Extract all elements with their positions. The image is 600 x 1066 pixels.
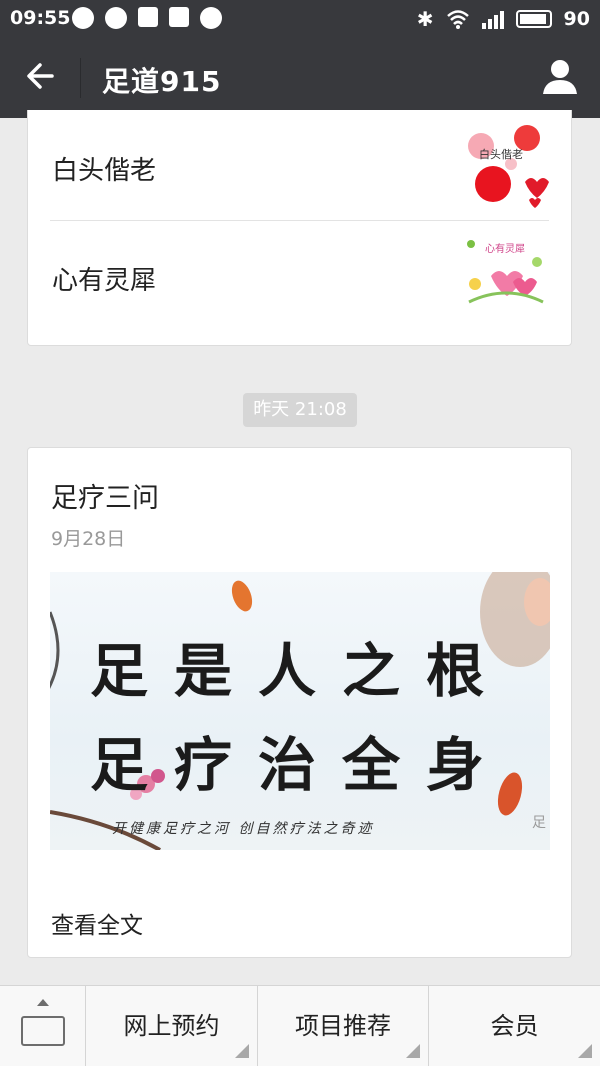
music-notification-icon [200,7,222,29]
wifi-icon [446,10,469,29]
submenu-indicator-icon [578,1044,592,1058]
back-button[interactable] [24,58,60,98]
keyboard-icon [21,1016,65,1046]
banner-text-line: 足疗治全身 [89,731,510,799]
article-list-item[interactable]: 白头偕老 白头偕老 [50,110,549,221]
keyboard-toggle-button[interactable] [0,986,86,1066]
profile-button[interactable] [540,56,580,96]
menu-item-label: 网上预约 [123,1012,220,1040]
status-time: 09:55 [10,7,71,29]
article-card[interactable]: 足疗三问 9月28日 足是人之根 足疗治全身 开健康足疗之河 创自然疗法之奇迹 … [27,447,572,958]
svg-text:心有灵犀: 心有灵犀 [485,242,525,255]
article-list-item[interactable]: 心有灵犀 心有灵犀 [50,220,549,330]
banner-slogan: 开健康足疗之河 创自然疗法之奇迹 [112,821,375,837]
menu-item-label: 项目推荐 [295,1012,391,1040]
page-title: 足道915 [102,65,222,98]
hearts-thumbnail-image: 白头偕老 [463,124,549,210]
bluetooth-icon: ✱ [416,7,434,31]
chat-notification-icon [72,7,94,29]
menu-item-label: 会员 [490,1012,539,1040]
battery-level: 90 [563,8,590,30]
previous-article-card: 白头偕老 白头偕老 心有灵犀 心有灵犀 [27,110,572,346]
message-timestamp: 昨天 21:08 [243,393,357,427]
menu-item-recommend[interactable]: 项目推荐 [258,986,429,1066]
bottom-menu-bar: 网上预约 项目推荐 会员 [0,985,600,1066]
article-title: 足疗三问 [51,483,159,514]
notification-icons [72,7,222,29]
article-item-title: 白头偕老 [52,156,157,186]
menu-item-member[interactable]: 会员 [429,986,600,1066]
banner-logo: 足 [532,815,546,831]
gallery-notification-icon [169,7,189,27]
title-bar: 足道915 [0,38,600,118]
article-date: 9月28日 [51,528,126,550]
message-notification-icon [105,7,127,29]
read-more-link[interactable]: 查看全文 [51,906,143,940]
battery-icon [515,10,552,28]
news-notification-icon [138,7,158,27]
hearts-flowers-thumbnail-image: 心有灵犀 [463,232,549,318]
banner-text-line: 足是人之根 [89,637,510,705]
signal-icon [481,9,504,29]
svg-text:白头偕老: 白头偕老 [479,147,523,161]
submenu-indicator-icon [406,1044,420,1058]
status-bar: 09:55 ✱ 90 [0,0,600,38]
arrow-left-icon [27,63,54,89]
system-icons: ✱ 90 [417,7,590,31]
title-divider [80,58,81,98]
banner-decoration [50,572,550,850]
article-cover-image: 足是人之根 足疗治全身 开健康足疗之河 创自然疗法之奇迹 足 [50,572,550,850]
menu-item-booking[interactable]: 网上预约 [86,986,258,1066]
submenu-indicator-icon [235,1044,249,1058]
article-item-title: 心有灵犀 [52,266,157,296]
user-icon [543,60,577,94]
caret-up-icon [37,999,49,1006]
